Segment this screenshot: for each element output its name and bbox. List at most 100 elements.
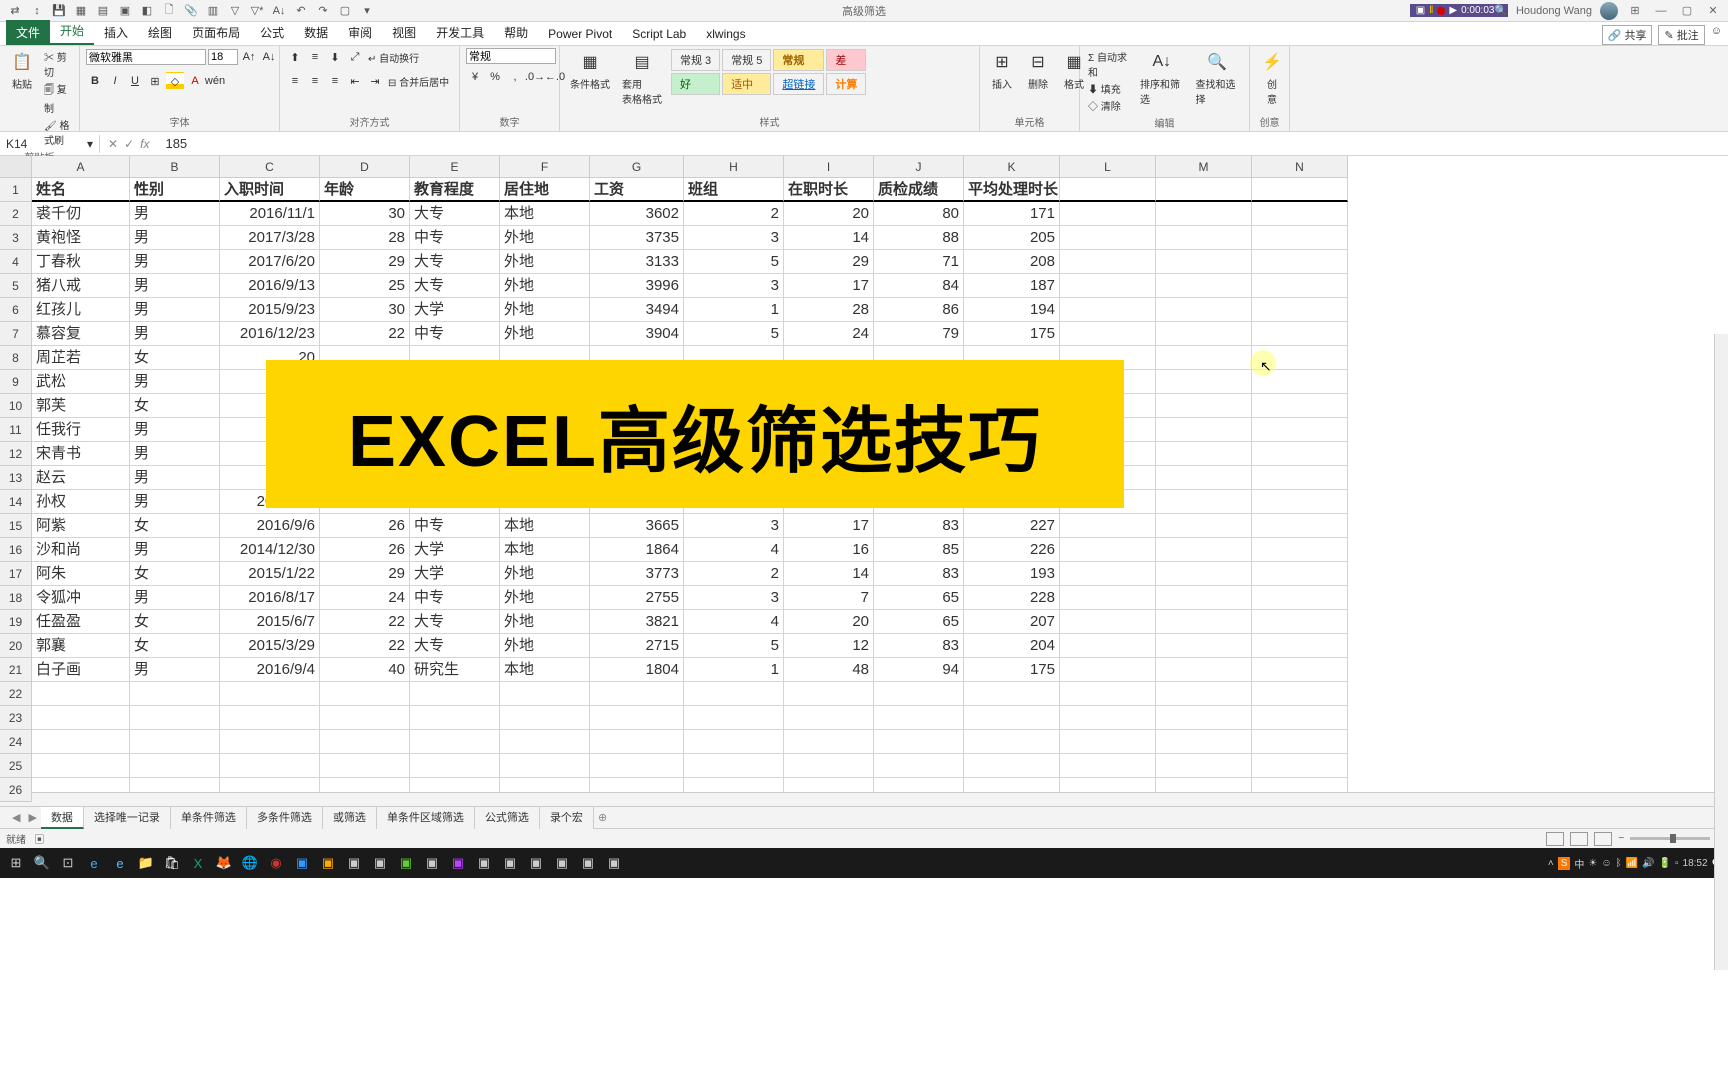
cell[interactable] [130,754,220,778]
delete-cells-button[interactable]: ⊟删除 [1022,48,1054,93]
cell[interactable]: 3602 [590,202,684,226]
cell[interactable] [784,730,874,754]
app-icon-3[interactable]: ▣ [316,851,340,875]
cell[interactable] [410,778,500,792]
tray-lang-icon[interactable]: 中 [1574,856,1584,871]
cell[interactable]: 12 [784,634,874,658]
cell[interactable] [1252,178,1348,202]
tray-smiley-icon[interactable]: ☺ [1601,858,1611,869]
cell[interactable]: 白子画 [32,658,130,682]
cell[interactable]: 男 [130,658,220,682]
cell[interactable] [220,730,320,754]
style-normal3[interactable]: 常规 3 [671,49,720,71]
cell[interactable] [1156,514,1252,538]
cell[interactable]: 丁春秋 [32,250,130,274]
cell[interactable]: 175 [964,322,1060,346]
cell[interactable]: 171 [964,202,1060,226]
qat-more-icon[interactable]: ▾ [358,2,376,20]
cell[interactable] [784,682,874,706]
cell[interactable]: 黄袍怪 [32,226,130,250]
cell[interactable]: 3133 [590,250,684,274]
cell[interactable] [410,682,500,706]
cell[interactable]: 88 [874,226,964,250]
cell[interactable]: 中专 [410,586,500,610]
cell[interactable]: 郭襄 [32,634,130,658]
sheet-nav-prev-icon[interactable]: ◀ [8,811,24,824]
cell[interactable]: 武松 [32,370,130,394]
sheet-tab-1[interactable]: 选择唯一记录 [84,807,171,829]
store-icon[interactable]: 🛍 [160,851,184,875]
cell[interactable] [1060,274,1156,298]
cell[interactable]: 男 [130,586,220,610]
filter-icon[interactable]: ▽ [226,2,244,20]
currency-icon[interactable]: ¥ [466,68,484,86]
cell[interactable]: 中专 [410,514,500,538]
row-header-23[interactable]: 23 [0,706,32,730]
percent-icon[interactable]: % [486,68,504,86]
column-header-N[interactable]: N [1252,156,1348,178]
row-header-8[interactable]: 8 [0,346,32,370]
cell[interactable] [410,706,500,730]
row-header-3[interactable]: 3 [0,226,32,250]
cell[interactable] [1156,754,1252,778]
chevron-down-icon[interactable]: ▾ [87,137,93,151]
insert-cells-button[interactable]: ⊞插入 [986,48,1018,93]
cell[interactable] [1252,706,1348,730]
row-header-19[interactable]: 19 [0,610,32,634]
cell[interactable]: 性别 [130,178,220,202]
attach-icon[interactable]: 📎 [182,2,200,20]
tab-help[interactable]: 帮助 [494,20,538,45]
cell[interactable] [1252,754,1348,778]
tray-icon-x[interactable]: ▫ [1675,858,1679,869]
cell[interactable] [1156,706,1252,730]
column-header-F[interactable]: F [500,156,590,178]
select-all-corner[interactable] [0,156,32,178]
cell[interactable]: 71 [874,250,964,274]
firefox-icon[interactable]: 🦊 [212,851,236,875]
font-size-select[interactable] [208,49,238,65]
cell[interactable]: 26 [320,514,410,538]
row-header-24[interactable]: 24 [0,730,32,754]
cell[interactable] [1252,514,1348,538]
cell[interactable] [1060,634,1156,658]
increase-font-icon[interactable]: A↑ [240,48,258,66]
inc-decimal-icon[interactable]: .0→ [526,68,544,86]
qat-icon-10[interactable]: ▥ [204,2,222,20]
cell[interactable]: 任我行 [32,418,130,442]
cell[interactable] [964,706,1060,730]
row-header-6[interactable]: 6 [0,298,32,322]
cell[interactable]: 大学 [410,562,500,586]
cell[interactable] [684,754,784,778]
row-header-10[interactable]: 10 [0,394,32,418]
tab-view[interactable]: 视图 [382,20,426,45]
cell[interactable]: 男 [130,226,220,250]
cell[interactable]: 29 [320,562,410,586]
cell[interactable] [1156,250,1252,274]
cell[interactable]: 4 [684,538,784,562]
cell[interactable]: 1804 [590,658,684,682]
cell[interactable]: 187 [964,274,1060,298]
cell[interactable]: 3 [684,274,784,298]
cell[interactable] [500,778,590,792]
row-header-11[interactable]: 11 [0,418,32,442]
cell[interactable]: 工资 [590,178,684,202]
copy-button[interactable]: 🗐 复制 [42,80,73,116]
row-header-25[interactable]: 25 [0,754,32,778]
app-icon-2[interactable]: ▣ [290,851,314,875]
zoom-out-icon[interactable]: − [1618,833,1624,844]
cell[interactable] [500,730,590,754]
cell[interactable] [32,754,130,778]
cell[interactable]: 本地 [500,658,590,682]
row-header-5[interactable]: 5 [0,274,32,298]
cell[interactable]: 1 [684,658,784,682]
fill-button[interactable]: ⬇ 填充 [1086,80,1132,97]
cell[interactable]: 20 [784,610,874,634]
cell[interactable]: 194 [964,298,1060,322]
cut-button[interactable]: ✂ 剪切 [42,48,73,80]
cell[interactable]: 阿紫 [32,514,130,538]
cell[interactable]: 女 [130,634,220,658]
qat-icon-12[interactable]: ▽* [248,2,266,20]
cell[interactable]: 2017/3/28 [220,226,320,250]
row-header-18[interactable]: 18 [0,586,32,610]
row-header-14[interactable]: 14 [0,490,32,514]
